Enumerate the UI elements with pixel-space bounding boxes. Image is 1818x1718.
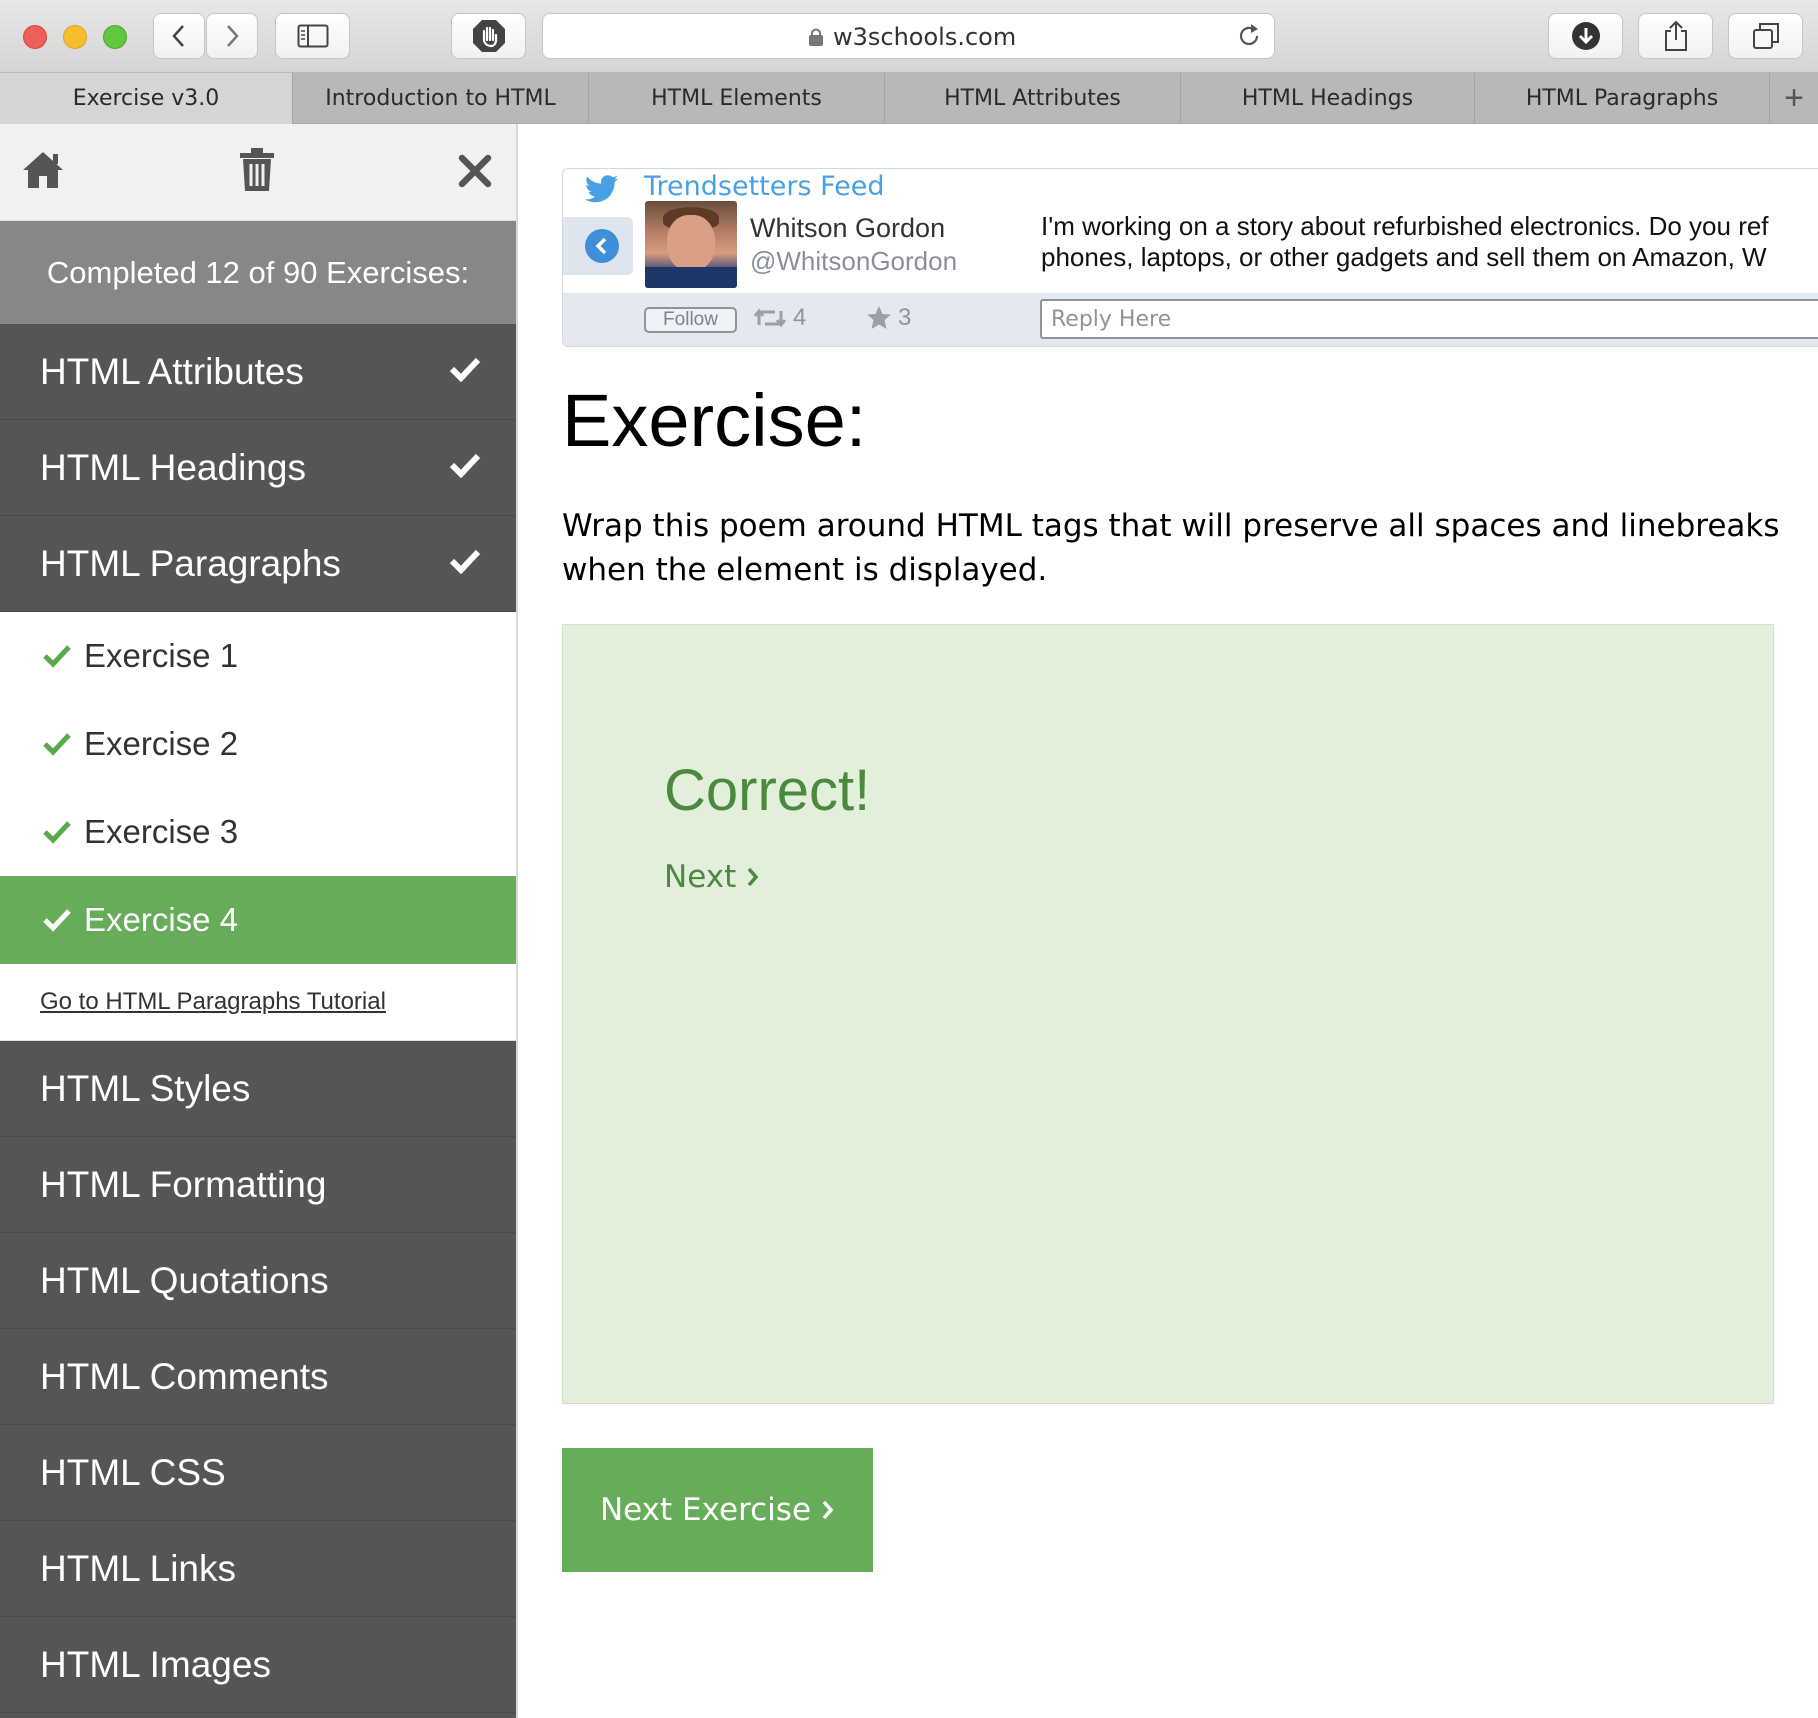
hand-stop-icon [472, 20, 505, 52]
tab-html-attributes[interactable]: HTML Attributes [885, 73, 1181, 124]
tweet-author-name[interactable]: Whitson Gordon [750, 213, 945, 244]
star-icon [867, 306, 891, 329]
main-content: Trendsetters Feed Po Whitson Gordon @Whi… [520, 124, 1818, 1718]
zoom-window-button[interactable] [103, 25, 127, 49]
sidebar-section-html-links[interactable]: HTML Links [0, 1521, 516, 1617]
tab-exercise[interactable]: Exercise v3.0 [0, 73, 293, 124]
check-icon [449, 549, 481, 574]
sidebar-section-html-formatting[interactable]: HTML Formatting [0, 1137, 516, 1233]
section-label: HTML Attributes [40, 350, 304, 392]
lock-icon [809, 28, 823, 46]
progress-summary: Completed 12 of 90 Exercises: [0, 221, 516, 324]
twitter-bird-icon [585, 175, 618, 203]
check-icon [449, 357, 481, 382]
sidebar-section-html-attributes[interactable]: HTML Attributes [0, 324, 516, 420]
tweet-line: phones, laptops, or other gadgets and se… [1041, 242, 1767, 272]
chevron-right-icon [747, 867, 759, 887]
sidebar-exercise-1[interactable]: Exercise 1 [0, 612, 516, 700]
new-tab-button[interactable]: + [1770, 73, 1818, 124]
close-icon[interactable] [458, 154, 492, 188]
back-button[interactable] [153, 13, 205, 59]
chevron-right-icon [227, 25, 239, 47]
chevron-left-icon [172, 25, 184, 47]
tab-introduction[interactable]: Introduction to HTML [293, 73, 589, 124]
avatar[interactable] [645, 201, 737, 288]
share-button[interactable] [1638, 13, 1713, 59]
check-icon [43, 909, 71, 932]
section-label: HTML Paragraphs [40, 542, 341, 584]
avatar-shirt [645, 267, 737, 288]
exercise-description: Wrap this poem around HTML tags that wil… [562, 508, 1780, 588]
sidebar-icon [297, 24, 328, 48]
minimize-window-button[interactable] [63, 25, 87, 49]
check-icon [43, 733, 71, 756]
adblock-button[interactable] [451, 13, 526, 59]
follow-button[interactable]: Follow [644, 307, 737, 333]
share-icon [1664, 20, 1687, 51]
tweet-text: I'm working on a story about refurbished… [1041, 211, 1769, 273]
retweet-button[interactable]: 4 [753, 304, 806, 332]
forward-button[interactable] [206, 13, 258, 59]
sidebar-section-html-paragraphs[interactable]: HTML Paragraphs [0, 516, 516, 612]
exercise-label: Exercise 4 [84, 901, 239, 938]
tab-html-paragraphs[interactable]: HTML Paragraphs [1475, 73, 1770, 124]
result-panel: Correct! Next [562, 624, 1774, 1404]
next-exercise-button[interactable]: Next Exercise [562, 1448, 873, 1572]
exercise-label: Exercise 3 [84, 813, 239, 850]
sidebar-toolbar [0, 124, 516, 221]
check-icon [43, 821, 71, 844]
previous-tweet-button[interactable] [563, 217, 633, 275]
retweet-count: 4 [793, 304, 807, 331]
sidebar-section-html-css[interactable]: HTML CSS [0, 1425, 516, 1521]
download-icon [1571, 22, 1600, 50]
reload-icon[interactable] [1236, 23, 1262, 49]
tab-html-elements[interactable]: HTML Elements [589, 73, 885, 124]
address-bar[interactable]: w3schools.com [542, 13, 1275, 59]
url-text: w3schools.com [833, 23, 1017, 51]
browser-toolbar: w3schools.com [0, 0, 1818, 73]
feed-title[interactable]: Trendsetters Feed [644, 171, 885, 202]
result-heading: Correct! [664, 758, 871, 823]
page-title: Exercise: [562, 379, 867, 462]
check-icon [43, 645, 71, 668]
tab-bar: Exercise v3.0 Introduction to HTML HTML … [0, 73, 1818, 124]
favorite-count: 3 [898, 304, 912, 331]
tutorial-link[interactable]: Go to HTML Paragraphs Tutorial [0, 964, 516, 1041]
exercise-label: Exercise 2 [84, 725, 239, 762]
sidebar-section-html-quotations[interactable]: HTML Quotations [0, 1233, 516, 1329]
sidebar-exercise-2[interactable]: Exercise 2 [0, 700, 516, 788]
favorite-button[interactable]: 3 [866, 304, 911, 332]
sidebar-section-html-headings[interactable]: HTML Headings [0, 420, 516, 516]
tabs-icon [1752, 23, 1779, 49]
tab-html-headings[interactable]: HTML Headings [1181, 73, 1475, 124]
check-icon [449, 453, 481, 478]
tweet-author-handle[interactable]: @WhitsonGordon [750, 246, 957, 277]
chevron-left-icon [595, 237, 607, 255]
twitter-widget: Trendsetters Feed Po Whitson Gordon @Whi… [562, 168, 1818, 347]
sidebar-section-html-styles[interactable]: HTML Styles [0, 1041, 516, 1137]
back-circle [585, 229, 619, 263]
avatar-face [667, 215, 715, 271]
trash-icon[interactable] [238, 147, 276, 193]
sidebar-section-html-images[interactable]: HTML Images [0, 1617, 516, 1713]
sidebar-exercise-3[interactable]: Exercise 3 [0, 788, 516, 876]
section-label: HTML Headings [40, 446, 306, 488]
exercise-sidebar: Completed 12 of 90 Exercises: HTML Attri… [0, 124, 518, 1718]
chevron-right-icon [822, 1500, 834, 1520]
tab-overview-button[interactable] [1728, 13, 1803, 59]
sidebar-toggle-button[interactable] [275, 13, 350, 59]
next-link-label: Next [664, 859, 737, 895]
next-link[interactable]: Next [664, 859, 760, 895]
exercise-label: Exercise 1 [84, 637, 239, 674]
home-icon[interactable] [20, 148, 66, 190]
next-exercise-label: Next Exercise [599, 1492, 812, 1528]
downloads-button[interactable] [1548, 13, 1623, 59]
retweet-icon [753, 308, 787, 328]
sidebar-exercise-4[interactable]: Exercise 4 [0, 876, 516, 964]
tweet-line: I'm working on a story about refurbished… [1041, 211, 1769, 241]
close-window-button[interactable] [23, 25, 47, 49]
sidebar-section-html-comments[interactable]: HTML Comments [0, 1329, 516, 1425]
reply-input[interactable]: Reply Here [1040, 299, 1818, 339]
